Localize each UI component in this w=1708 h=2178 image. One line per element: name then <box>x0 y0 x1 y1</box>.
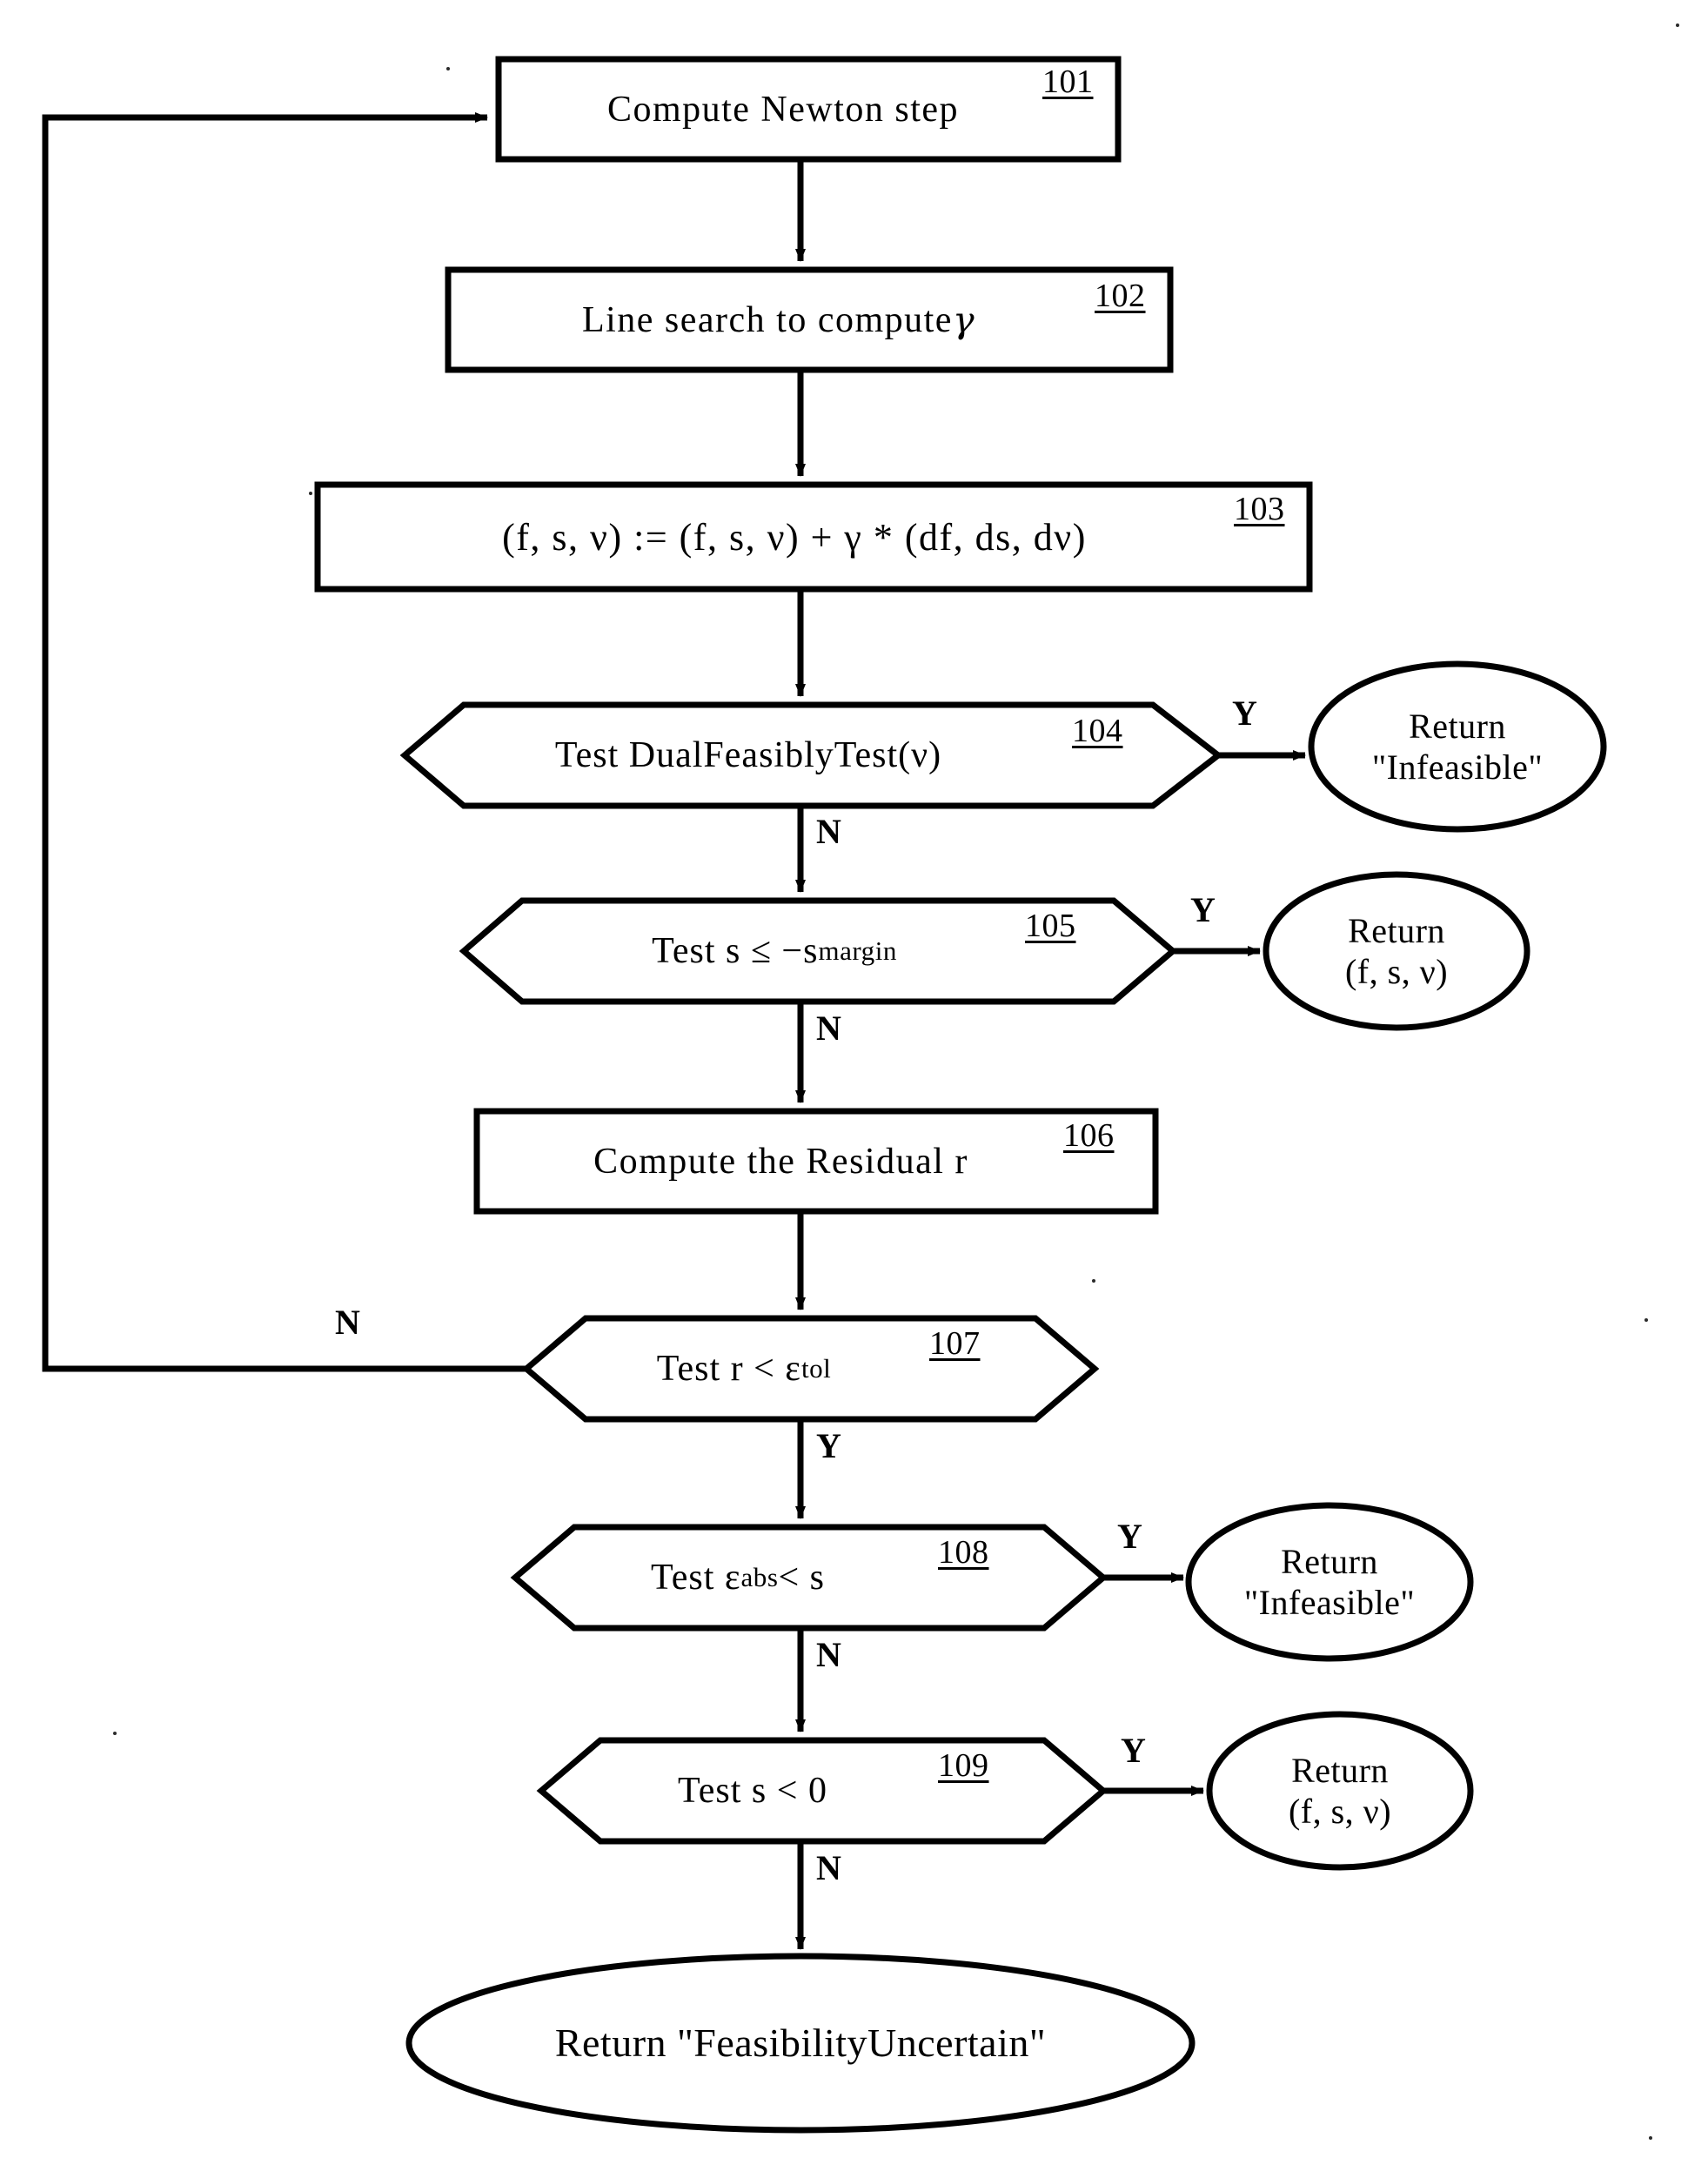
node-t108-shape <box>1185 1502 1474 1662</box>
scan-speckle <box>1644 1318 1648 1322</box>
node-108-shape <box>510 1524 1109 1632</box>
scan-speckle <box>446 67 450 70</box>
node-103-ref: 103 <box>1234 491 1285 527</box>
edge-label-107-no: N <box>335 1303 360 1342</box>
flowchart-canvas: Compute Newton step 101 Line search to c… <box>0 0 1708 2178</box>
node-t109-shape <box>1206 1711 1474 1871</box>
scan-speckle <box>1092 1279 1095 1283</box>
node-102-ref: 102 <box>1095 278 1146 314</box>
node-101-ref: 101 <box>1042 64 1094 100</box>
flowchart-shapes-layer <box>42 56 1607 2134</box>
edge-label-104-no: N <box>816 812 841 851</box>
edge-label-104-yes: Y <box>1232 694 1257 733</box>
scan-speckle <box>1676 23 1679 27</box>
node-105-ref: 105 <box>1025 908 1076 944</box>
scan-speckle <box>1649 2136 1652 2140</box>
node-109-ref: 109 <box>938 1747 989 1784</box>
edge-label-105-no: N <box>816 1009 841 1048</box>
node-107-shape <box>521 1315 1100 1423</box>
node-end-shape <box>405 1953 1196 2134</box>
node-109-shape <box>536 1737 1109 1845</box>
scan-speckle <box>113 1732 117 1735</box>
node-104-ref: 104 <box>1072 713 1123 749</box>
node-106-ref: 106 <box>1063 1117 1115 1154</box>
node-t104-shape <box>1308 660 1607 833</box>
node-102-shape <box>445 266 1174 373</box>
node-107-ref: 107 <box>929 1325 981 1362</box>
edge-label-107-yes: Y <box>816 1426 841 1465</box>
node-101-shape <box>495 56 1122 163</box>
node-108-ref: 108 <box>938 1534 989 1571</box>
scan-speckle <box>309 492 312 495</box>
edge-label-105-yes: Y <box>1190 890 1216 929</box>
edge-label-108-yes: Y <box>1117 1517 1142 1556</box>
edge-label-108-no: N <box>816 1635 841 1674</box>
edge-label-109-yes: Y <box>1121 1731 1146 1770</box>
node-106-shape <box>473 1108 1159 1215</box>
node-t105-shape <box>1263 871 1531 1031</box>
edge-label-109-no: N <box>816 1848 841 1887</box>
node-103-shape <box>314 481 1313 593</box>
